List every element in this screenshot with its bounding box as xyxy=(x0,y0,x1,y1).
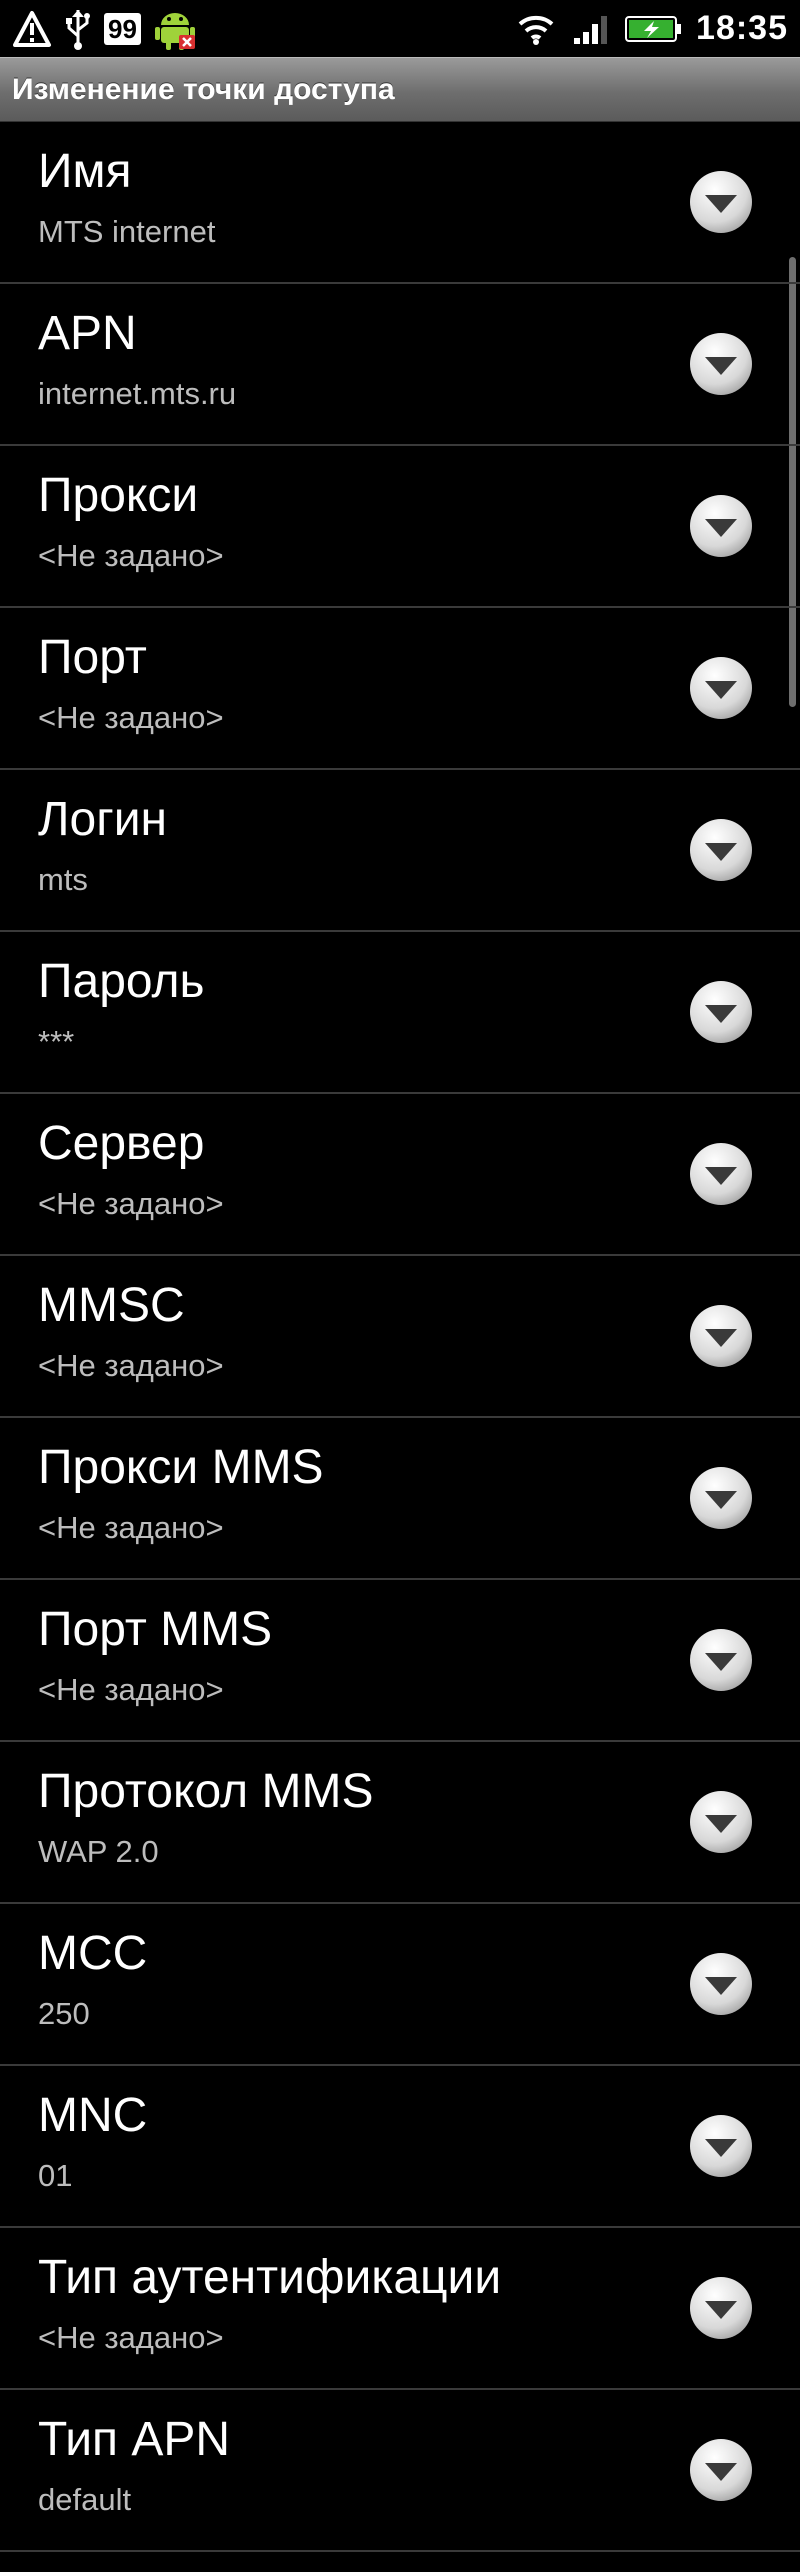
list-item-14[interactable]: Тип аутентификации <Не задано> xyxy=(0,2228,800,2390)
list-item-13[interactable]: MNC 01 xyxy=(0,2066,800,2228)
chevron-down-icon xyxy=(690,171,752,233)
chevron-down-icon xyxy=(690,819,752,881)
battery-charging-icon xyxy=(624,14,682,44)
item-summary: <Не задано> xyxy=(38,700,224,735)
page-title: Изменение точки доступа xyxy=(12,72,395,106)
item-title: Порт xyxy=(38,631,147,684)
item-title: Прокси xyxy=(38,469,199,522)
item-title: APN xyxy=(38,307,137,360)
chevron-down-icon xyxy=(690,1791,752,1853)
item-summary: 250 xyxy=(38,1996,90,2031)
chevron-down-icon xyxy=(690,495,752,557)
item-summary: MTS internet xyxy=(38,214,216,249)
item-title: MCC xyxy=(38,1927,148,1980)
item-summary: default xyxy=(38,2482,132,2517)
item-title: MNC xyxy=(38,2089,148,2142)
wifi-icon xyxy=(516,12,556,46)
item-summary: <Не задано> xyxy=(38,1672,224,1707)
list-item-11[interactable]: Протокол MMS WAP 2.0 xyxy=(0,1742,800,1904)
item-title: Пароль xyxy=(38,955,205,1008)
list-item-10[interactable]: Порт MMS <Не задано> xyxy=(0,1580,800,1742)
item-summary: <Не задано> xyxy=(38,538,224,573)
chevron-down-icon xyxy=(690,2439,752,2501)
chevron-down-icon xyxy=(690,657,752,719)
item-title: Прокси MMS xyxy=(38,1441,324,1494)
list-item-1[interactable]: Имя MTS internet xyxy=(0,122,800,284)
warning-icon xyxy=(12,10,52,48)
chevron-down-icon xyxy=(690,1467,752,1529)
item-title: Тип аутентификации xyxy=(38,2251,502,2304)
page-title-bar: Изменение точки доступа xyxy=(0,57,800,122)
list-item-7[interactable]: Сервер <Не задано> xyxy=(0,1094,800,1256)
chevron-down-icon xyxy=(690,1143,752,1205)
status-bar: 99 18:35 xyxy=(0,0,800,57)
list-item-3[interactable]: Прокси <Не задано> xyxy=(0,446,800,608)
item-title: Логин xyxy=(38,793,168,846)
item-title: Сервер xyxy=(38,1117,205,1170)
list-item-4[interactable]: Порт <Не задано> xyxy=(0,608,800,770)
clock: 18:35 xyxy=(696,9,788,47)
item-summary: <Не задано> xyxy=(38,2320,224,2355)
item-summary: internet.mts.ru xyxy=(38,376,237,411)
item-summary: <Не задано> xyxy=(38,1348,224,1383)
chevron-down-icon xyxy=(690,333,752,395)
apn-settings-list: Имя MTS internet APN internet.mts.ru Про… xyxy=(0,122,800,2552)
list-item-6[interactable]: Пароль *** xyxy=(0,932,800,1094)
item-title: Порт MMS xyxy=(38,1603,273,1656)
item-summary: *** xyxy=(38,1024,75,1059)
item-title: MMSC xyxy=(38,1279,185,1332)
list-item-2[interactable]: APN internet.mts.ru xyxy=(0,284,800,446)
item-summary: 01 xyxy=(38,2158,73,2193)
item-summary: mts xyxy=(38,862,88,897)
item-title: Имя xyxy=(38,145,132,198)
list-item-9[interactable]: Прокси MMS <Не задано> xyxy=(0,1418,800,1580)
item-summary: <Не задано> xyxy=(38,1186,224,1221)
list-item-12[interactable]: MCC 250 xyxy=(0,1904,800,2066)
item-title: Тип APN xyxy=(38,2413,231,2466)
chevron-down-icon xyxy=(690,2277,752,2339)
item-title: Протокол MMS xyxy=(38,1765,374,1818)
chevron-down-icon xyxy=(690,1629,752,1691)
chevron-down-icon xyxy=(690,981,752,1043)
android-debug-icon xyxy=(153,7,197,51)
chevron-down-icon xyxy=(690,1305,752,1367)
item-summary: WAP 2.0 xyxy=(38,1834,159,1869)
signal-icon xyxy=(570,12,610,46)
chevron-down-icon xyxy=(690,1953,752,2015)
list-item-8[interactable]: MMSC <Не задано> xyxy=(0,1256,800,1418)
notification-count-badge: 99 xyxy=(104,12,141,45)
usb-icon xyxy=(64,8,92,50)
list-item-15[interactable]: Тип APN default xyxy=(0,2390,800,2552)
list-item-5[interactable]: Логин mts xyxy=(0,770,800,932)
chevron-down-icon xyxy=(690,2115,752,2177)
item-summary: <Не задано> xyxy=(38,1510,224,1545)
